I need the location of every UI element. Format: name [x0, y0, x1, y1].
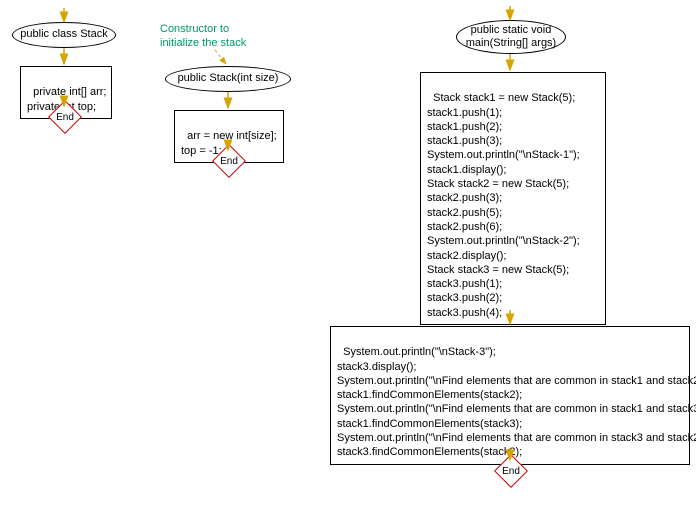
constructor-comment: Constructor to initialize the stack — [160, 22, 246, 51]
main-body2-rect: System.out.println("\nStack-3"); stack3.… — [330, 326, 690, 465]
main-label: public static void main(String[] args) — [466, 24, 556, 50]
end-diamond-3: End — [496, 456, 526, 486]
end-label-3: End — [502, 466, 520, 477]
class-stack-label: public class Stack — [20, 28, 107, 41]
end-diamond-2: End — [214, 146, 244, 176]
class-stack-ellipse: public class Stack — [12, 22, 116, 48]
main-body1-rect: Stack stack1 = new Stack(5); stack1.push… — [420, 72, 606, 325]
constructor-label: public Stack(int size) — [178, 72, 279, 85]
end-diamond-1: End — [50, 102, 80, 132]
end-label-1: End — [56, 112, 74, 123]
main-ellipse: public static void main(String[] args) — [456, 20, 566, 54]
main-body2-text: System.out.println("\nStack-3"); stack3.… — [337, 346, 696, 458]
constructor-ellipse: public Stack(int size) — [165, 66, 291, 92]
main-body1-text: Stack stack1 = new Stack(5); stack1.push… — [427, 92, 580, 318]
end-label-2: End — [220, 156, 238, 167]
